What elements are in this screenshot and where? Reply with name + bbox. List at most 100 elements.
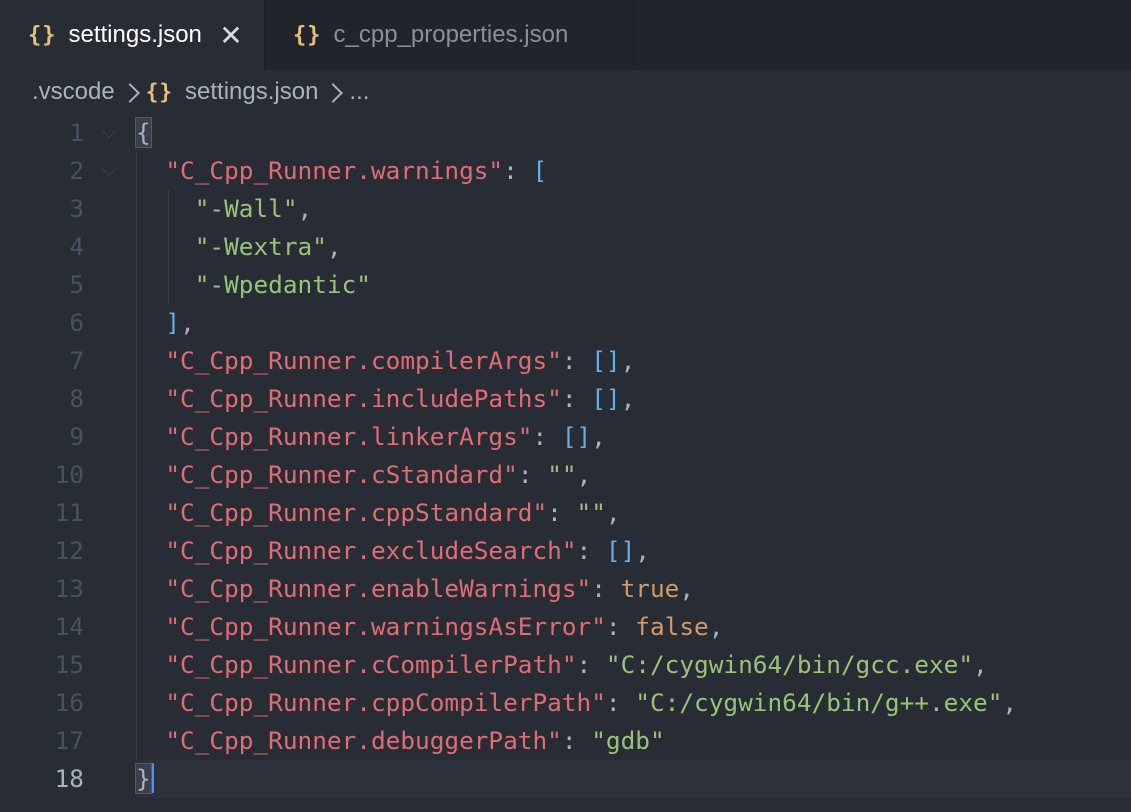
- line-number: 6: [69, 308, 84, 337]
- code-token: []: [591, 384, 621, 413]
- code-text: "C_Cpp_Runner.compilerArgs": [],: [136, 342, 635, 380]
- code-text: }: [135, 760, 154, 798]
- code-line[interactable]: 7 "C_Cpp_Runner.compilerArgs": [],: [0, 342, 1131, 380]
- code-token: "": [576, 498, 606, 527]
- code-token: ,: [635, 536, 650, 565]
- code-line[interactable]: 17 "C_Cpp_Runner.debuggerPath": "gdb": [0, 722, 1131, 760]
- code-token: "C_Cpp_Runner.linkerArgs": [165, 422, 533, 451]
- code-token: "C:/cygwin64/bin/g++.exe": [635, 688, 1003, 717]
- fold-chevron-icon[interactable]: [101, 161, 117, 177]
- code-text: "C_Cpp_Runner.cppCompilerPath": "C:/cygw…: [136, 684, 1017, 722]
- code-line[interactable]: 10 "C_Cpp_Runner.cStandard": "",: [0, 456, 1131, 494]
- code-line[interactable]: 14 "C_Cpp_Runner.warningsAsError": false…: [0, 608, 1131, 646]
- code-token: "-Wpedantic": [194, 270, 371, 299]
- code-token: ,: [620, 346, 636, 375]
- code-token: :: [576, 536, 606, 565]
- fold-chevron-icon[interactable]: [101, 123, 117, 139]
- code-token: ]: [165, 308, 181, 337]
- tab-c-cpp-properties-json[interactable]: {} c_cpp_properties.json: [264, 0, 634, 70]
- line-number: 8: [69, 384, 84, 413]
- code-text: "-Wall",: [136, 190, 312, 228]
- code-line[interactable]: 16 "C_Cpp_Runner.cppCompilerPath": "C:/c…: [0, 684, 1131, 722]
- chevron-right-icon: [119, 83, 140, 103]
- code-token: ,: [973, 650, 988, 679]
- code-token: false: [635, 612, 709, 641]
- close-icon[interactable]: ✕: [218, 18, 244, 52]
- code-line[interactable]: 3 "-Wall",: [0, 190, 1131, 228]
- code-token: ,: [576, 460, 592, 489]
- code-text: "C_Cpp_Runner.cStandard": "",: [136, 456, 591, 494]
- code-token: :: [605, 612, 636, 641]
- code-token: :: [561, 384, 592, 413]
- code-token: []: [591, 346, 621, 375]
- code-text: ],: [136, 304, 194, 342]
- code-line[interactable]: 11 "C_Cpp_Runner.cppStandard": "",: [0, 494, 1131, 532]
- breadcrumb-more[interactable]: ...: [349, 78, 369, 106]
- line-number: 13: [54, 574, 84, 603]
- code-line[interactable]: 15 "C_Cpp_Runner.cCompilerPath": "C:/cyg…: [0, 646, 1131, 684]
- code-token: "gdb": [591, 726, 665, 755]
- line-number: 7: [69, 346, 84, 375]
- code-line[interactable]: 6 ],: [0, 304, 1131, 342]
- code-line[interactable]: 1{: [0, 114, 1131, 152]
- tab-settings-json[interactable]: {} settings.json ✕: [0, 0, 264, 70]
- code-token: "C_Cpp_Runner.cCompilerPath": [165, 650, 577, 679]
- breadcrumb-folder[interactable]: .vscode: [32, 78, 115, 106]
- code-text: {: [135, 114, 152, 152]
- code-token: "C_Cpp_Runner.cppStandard": [165, 498, 548, 527]
- code-token: :: [547, 498, 577, 527]
- code-text: "C_Cpp_Runner.linkerArgs": [],: [136, 418, 606, 456]
- line-number: 4: [69, 232, 84, 261]
- code-text: "C_Cpp_Runner.cppStandard": "",: [136, 494, 621, 532]
- code-token: "-Wextra": [194, 232, 327, 261]
- code-token: ,: [605, 498, 621, 527]
- json-file-icon: {}: [145, 80, 174, 104]
- line-number: 1: [69, 118, 84, 147]
- code-text: "C_Cpp_Runner.warningsAsError": false,: [136, 608, 723, 646]
- code-line[interactable]: 4 "-Wextra",: [0, 228, 1131, 266]
- line-number: 14: [54, 612, 84, 641]
- code-token: "": [547, 460, 577, 489]
- code-token: [: [532, 156, 548, 185]
- line-number: 12: [54, 536, 84, 565]
- code-token: []: [605, 536, 636, 565]
- code-token: "C_Cpp_Runner.compilerArgs": [165, 346, 562, 375]
- code-line[interactable]: 2 "C_Cpp_Runner.warnings": [: [0, 152, 1131, 190]
- code-line[interactable]: 9 "C_Cpp_Runner.linkerArgs": [],: [0, 418, 1131, 456]
- code-line[interactable]: 12 "C_Cpp_Runner.excludeSearch": [],: [0, 532, 1131, 570]
- code-token: "C_Cpp_Runner.excludeSearch": [165, 536, 577, 565]
- code-line[interactable]: 5 "-Wpedantic": [0, 266, 1131, 304]
- code-token: ,: [1002, 688, 1018, 717]
- code-token: :: [561, 726, 592, 755]
- code-text: "C_Cpp_Runner.cCompilerPath": "C:/cygwin…: [136, 646, 988, 684]
- tab-label: c_cpp_properties.json: [333, 21, 569, 48]
- code-line[interactable]: 13 "C_Cpp_Runner.enableWarnings": true,: [0, 570, 1131, 608]
- code-token: :: [576, 650, 606, 679]
- line-number: 17: [54, 726, 84, 755]
- code-token: []: [561, 422, 592, 451]
- json-file-icon: {}: [293, 22, 322, 48]
- code-text: "C_Cpp_Runner.debuggerPath": "gdb": [136, 722, 665, 760]
- line-number: 15: [54, 650, 84, 679]
- code-line[interactable]: 8 "C_Cpp_Runner.includePaths": [],: [0, 380, 1131, 418]
- breadcrumb-file[interactable]: settings.json: [185, 78, 318, 106]
- code-text: "C_Cpp_Runner.warnings": [: [136, 152, 547, 190]
- tab-label: settings.json: [68, 21, 202, 48]
- code-token: ,: [326, 232, 342, 261]
- code-token: ,: [620, 384, 636, 413]
- code-token: "C_Cpp_Runner.warningsAsError": [165, 612, 606, 641]
- code-token: "C_Cpp_Runner.cStandard": [165, 460, 518, 489]
- line-number: 2: [69, 156, 84, 185]
- code-line[interactable]: 18}: [55, 760, 1131, 798]
- code-text: "C_Cpp_Runner.includePaths": [],: [136, 380, 635, 418]
- code-text: "-Wpedantic": [136, 266, 371, 304]
- code-token: ,: [591, 422, 606, 451]
- code-editor[interactable]: 1{2 "C_Cpp_Runner.warnings": [3 "-Wall",…: [0, 114, 1131, 812]
